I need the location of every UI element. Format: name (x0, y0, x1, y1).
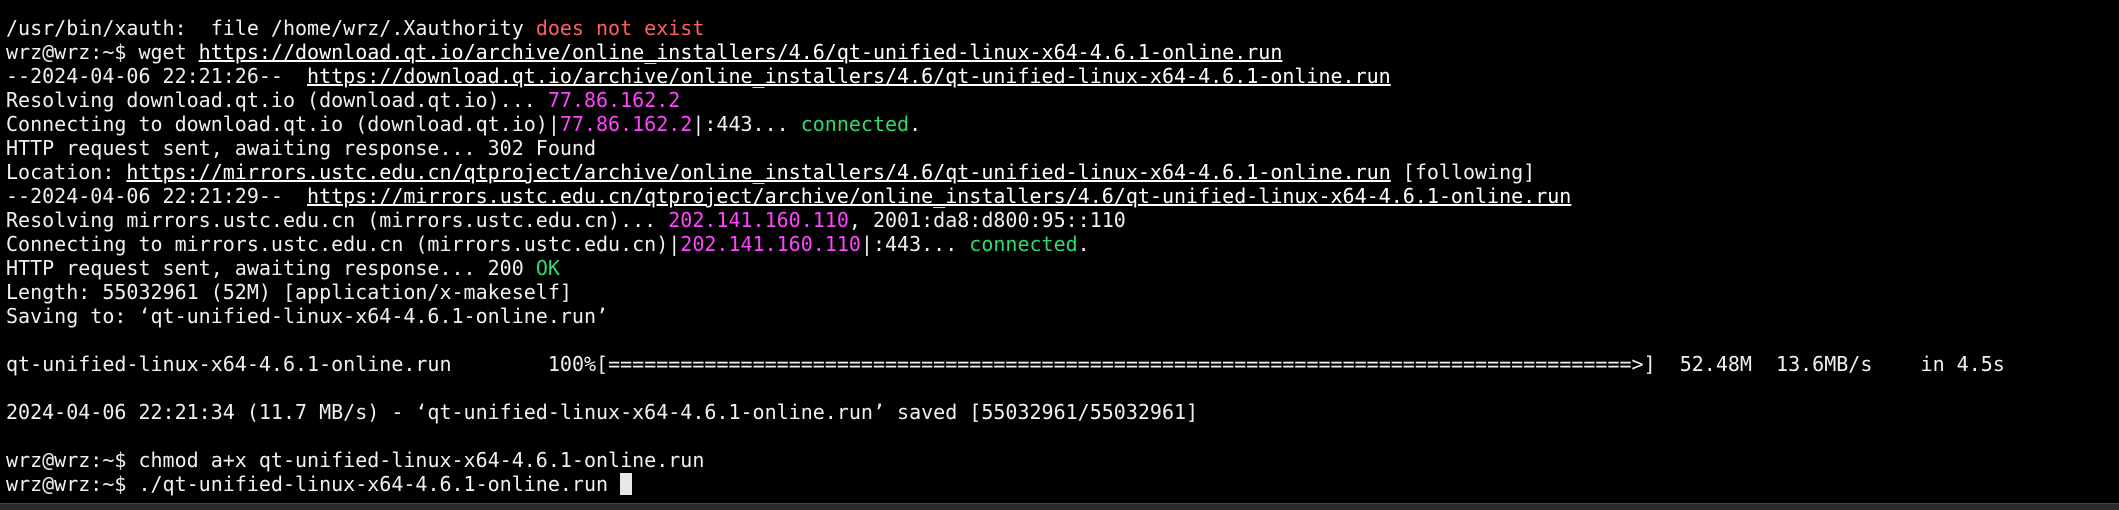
error-text: does not exist (535, 16, 705, 40)
timestamp-line: --2024-04-06 22:21:29-- https://mirrors.… (6, 184, 2119, 208)
line-text: --2024-04-06 22:21:29-- (6, 184, 308, 208)
command-text: chmod a+x qt-unified-linux-x64-4.6.1-onl… (138, 448, 705, 472)
command-line: wrz@wrz:~$ chmod a+x qt-unified-linux-x6… (6, 448, 2119, 472)
url-link[interactable]: https://mirrors.ustc.edu.cn/qtproject/ar… (307, 184, 1571, 208)
line-text: 2024-04-06 22:21:34 (11.7 MB/s) - ‘qt-un… (6, 400, 1199, 424)
line-text: --2024-04-06 22:21:26-- (6, 64, 308, 88)
progress-eta: in 4.5s (1872, 352, 2005, 376)
terminal-output[interactable]: /usr/bin/xauth: file /home/wrz/.Xauthori… (6, 16, 2119, 496)
url-link[interactable]: https://mirrors.ustc.edu.cn/qtproject/ar… (126, 160, 1390, 184)
command-line-current: wrz@wrz:~$ ./qt-unified-linux-x64-4.6.1-… (6, 472, 2119, 496)
line-text: Location: (6, 160, 127, 184)
line-text: |:443... (860, 232, 970, 256)
url-link[interactable]: https://download.qt.io/archive/online_in… (199, 40, 1283, 64)
line-text: Saving to: ‘qt-unified-linux-x64-4.6.1-o… (6, 304, 609, 328)
progress-percent: 100% (547, 352, 597, 376)
line-text: Connecting to mirrors.ustc.edu.cn (mirro… (6, 232, 681, 256)
timestamp-line: --2024-04-06 22:21:26-- https://download… (6, 64, 2119, 88)
line-text: Length: 55032961 (52M) [application/x-ma… (6, 280, 572, 304)
line-text: Connecting to download.qt.io (download.q… (6, 112, 560, 136)
connected-status: connected (969, 232, 1078, 256)
ip-address: 77.86.162.2 (547, 88, 681, 112)
text-cursor (620, 473, 633, 495)
line-text: /usr/bin/xauth: file /home/wrz/.Xauthori… (6, 16, 536, 40)
connecting-line: Connecting to mirrors.ustc.edu.cn (mirro… (6, 232, 2119, 256)
line-text: Resolving mirrors.ustc.edu.cn (mirrors.u… (6, 208, 669, 232)
progress-line: qt-unified-linux-x64-4.6.1-online.run 10… (6, 352, 2119, 376)
prompt: wrz@wrz:~$ (6, 472, 139, 496)
xauth-warning-line: /usr/bin/xauth: file /home/wrz/.Xauthori… (6, 16, 2119, 40)
line-text: |:443... (692, 112, 801, 136)
http-response-line: HTTP request sent, awaiting response... … (6, 136, 2119, 160)
saving-line: Saving to: ‘qt-unified-linux-x64-4.6.1-o… (6, 304, 2119, 328)
http-response-line: HTTP request sent, awaiting response... … (6, 256, 2119, 280)
saved-line: 2024-04-06 22:21:34 (11.7 MB/s) - ‘qt-un… (6, 400, 2119, 424)
progress-size: 52.48M (1655, 352, 1752, 376)
ip-address: 202.141.160.110 (668, 208, 849, 232)
line-text: , 2001:da8:d800:95::110 (848, 208, 1126, 232)
length-line: Length: 55032961 (52M) [application/x-ma… (6, 280, 2119, 304)
connected-status: connected (800, 112, 910, 136)
command-text: ./qt-unified-linux-x64-4.6.1-online.run (138, 472, 621, 496)
prompt: wrz@wrz:~$ (6, 40, 139, 64)
progress-speed: 13.6MB/s (1751, 352, 1873, 376)
ip-address: 77.86.162.2 (559, 112, 693, 136)
command-text: wget (138, 40, 199, 64)
command-line: wrz@wrz:~$ wget https://download.qt.io/a… (6, 40, 2119, 64)
ip-address: 202.141.160.110 (680, 232, 861, 256)
progress-bar: [=======================================… (596, 352, 1656, 376)
line-text: HTTP request sent, awaiting response... … (6, 256, 536, 280)
line-text: Resolving download.qt.io (download.qt.io… (6, 88, 548, 112)
line-text: HTTP request sent, awaiting response... … (6, 136, 597, 160)
status-bar (0, 503, 2119, 510)
location-line: Location: https://mirrors.ustc.edu.cn/qt… (6, 160, 2119, 184)
url-link[interactable]: https://download.qt.io/archive/online_in… (307, 64, 1391, 88)
resolving-line: Resolving mirrors.ustc.edu.cn (mirrors.u… (6, 208, 2119, 232)
prompt: wrz@wrz:~$ (6, 448, 139, 472)
progress-gap (452, 352, 548, 376)
line-text: . (909, 112, 922, 136)
resolving-line: Resolving download.qt.io (download.qt.io… (6, 88, 2119, 112)
progress-filename: qt-unified-linux-x64-4.6.1-online.run (6, 352, 452, 376)
line-text: . (1077, 232, 1090, 256)
line-text: [following] (1390, 160, 1536, 184)
ok-status: OK (535, 256, 560, 280)
connecting-line: Connecting to download.qt.io (download.q… (6, 112, 2119, 136)
